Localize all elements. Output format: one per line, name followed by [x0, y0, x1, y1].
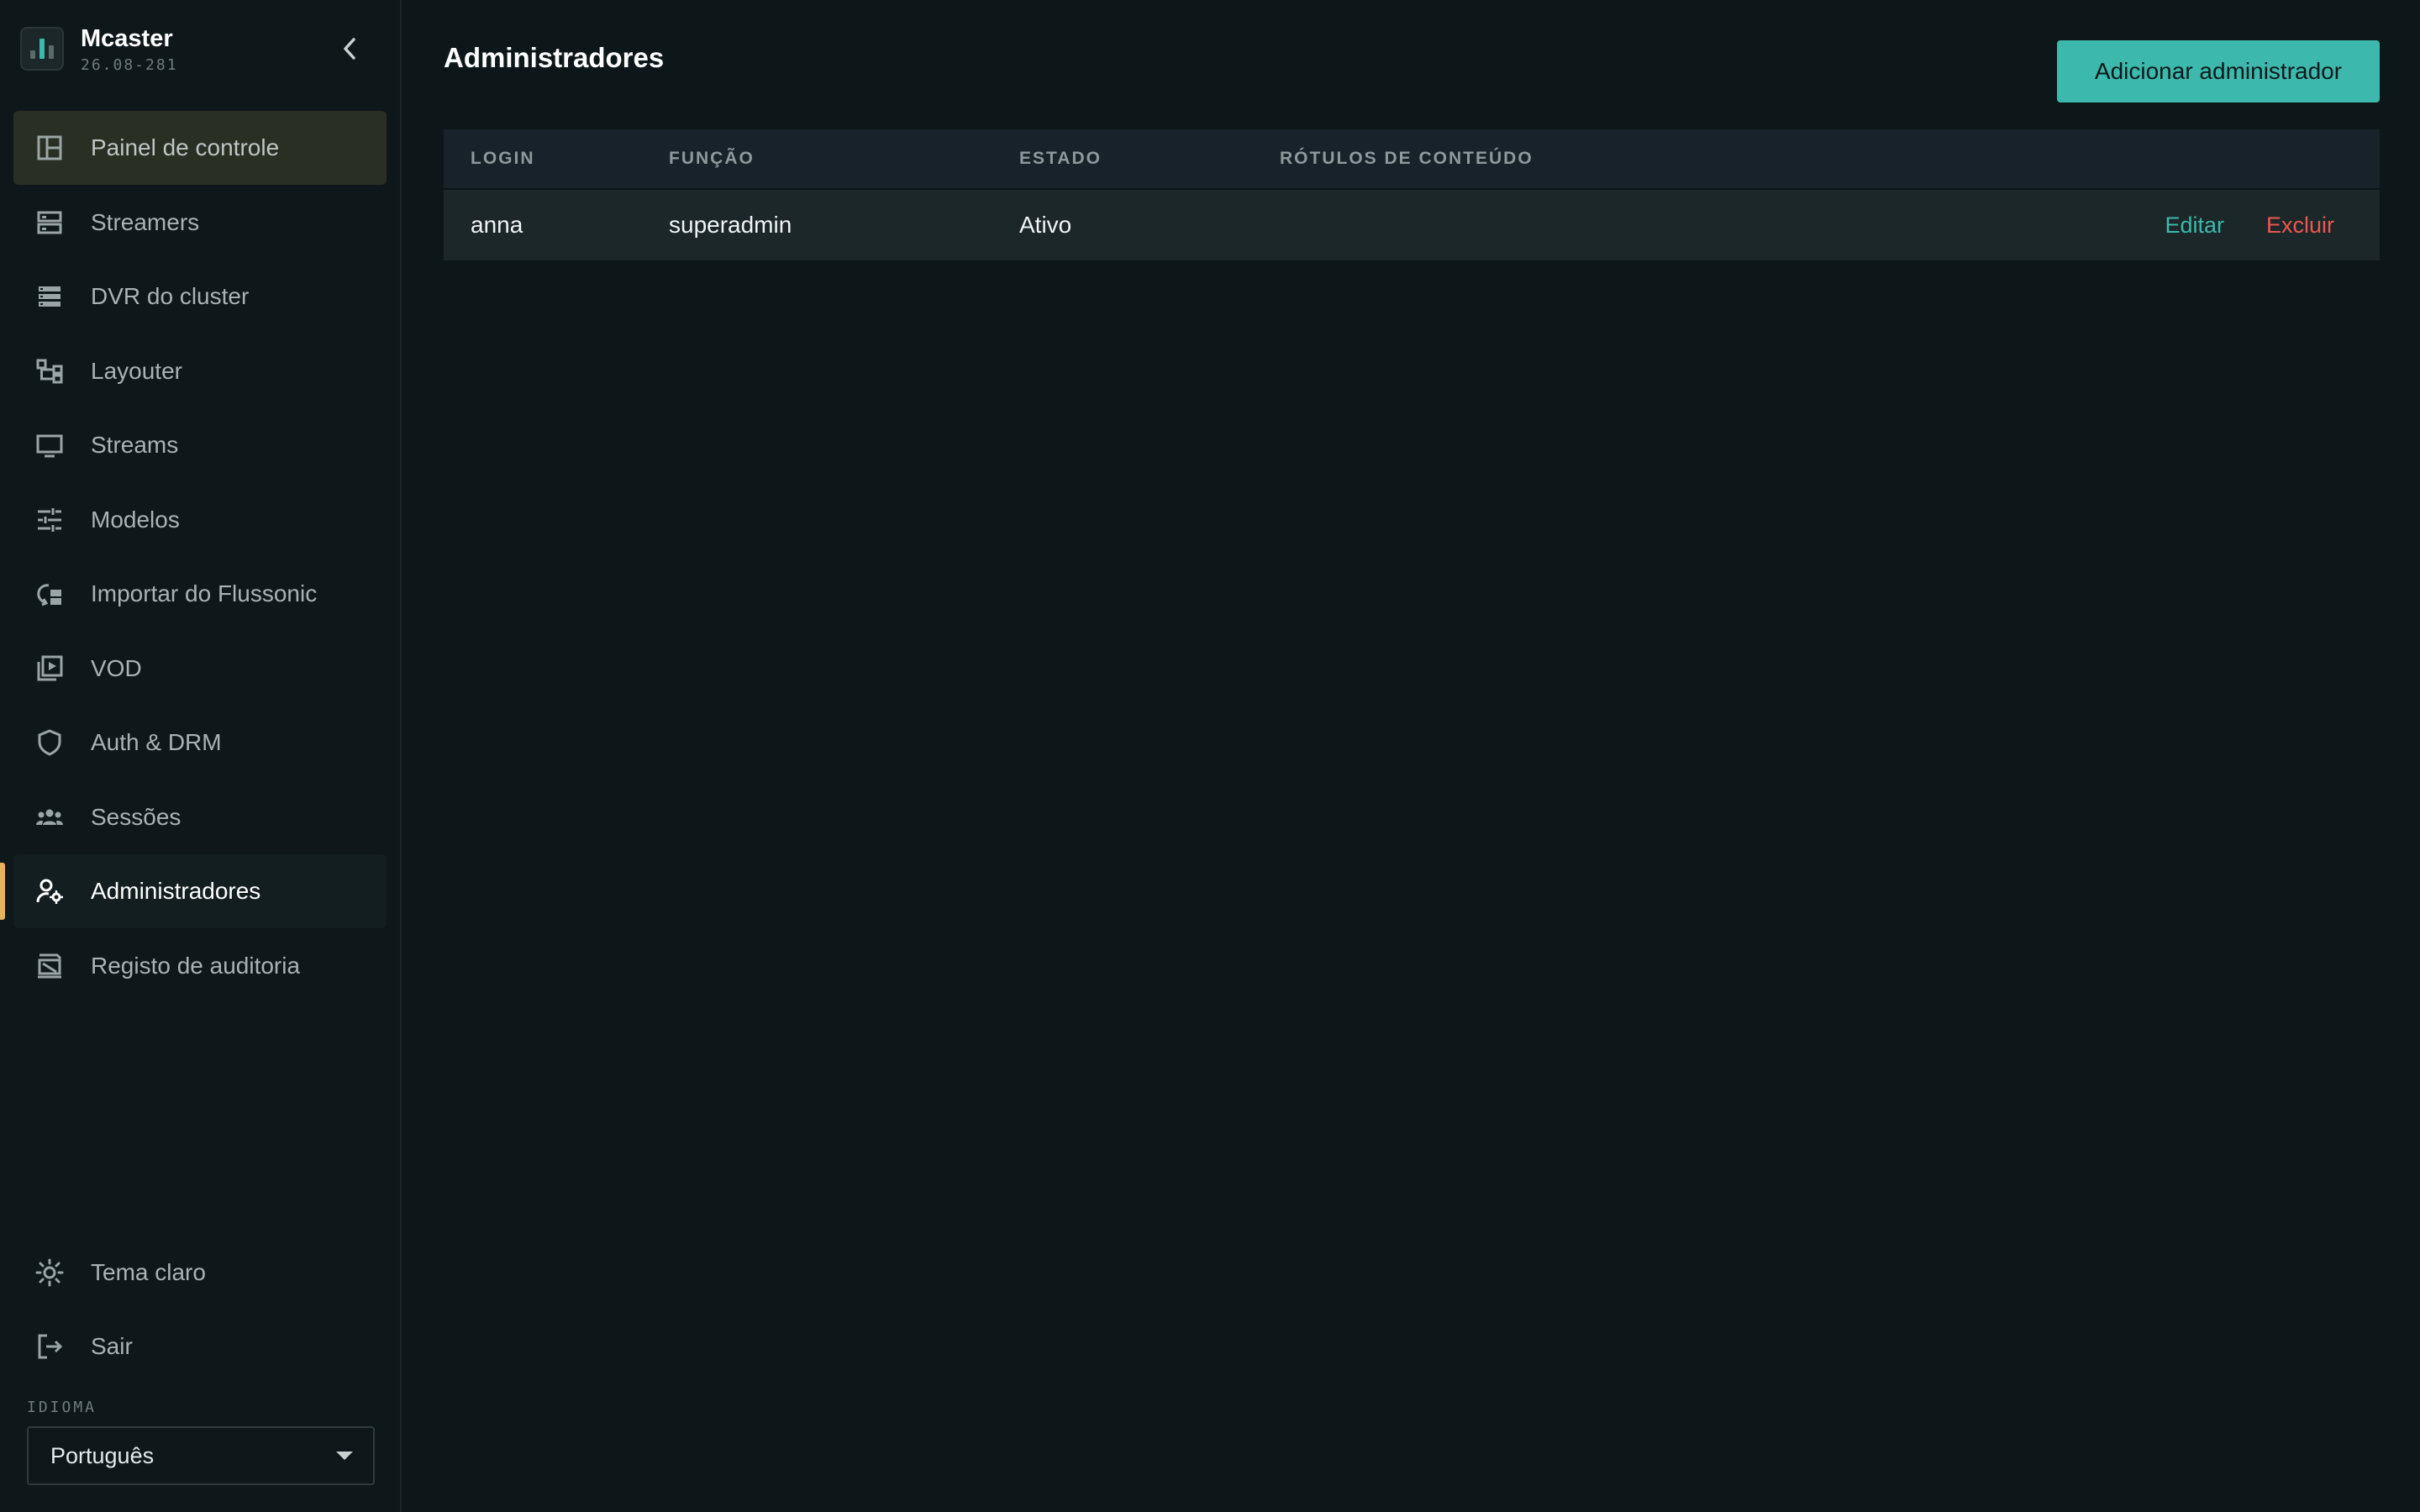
logo-icon: [20, 27, 64, 71]
dashboard-icon: [34, 132, 66, 164]
theme-toggle[interactable]: Tema claro: [13, 1236, 387, 1310]
sidebar-item-label: Modelos: [91, 506, 180, 533]
shield-icon: [34, 727, 66, 759]
video-library-icon: [34, 653, 66, 685]
sliders-icon: [34, 504, 66, 536]
language-label: IDIOMA: [27, 1399, 97, 1416]
sidebar-item-label: Importar do Flussonic: [91, 580, 318, 606]
app-root: Mcaster 26.08-281 Painel de controle Str…: [0, 0, 2420, 1512]
edit-link[interactable]: Editar: [2165, 213, 2224, 239]
sidebar-item-audit-log[interactable]: Registo de auditoria: [13, 929, 387, 1003]
column-header-role[interactable]: FUNÇÃO: [669, 149, 1019, 169]
sidebar-item-label: Administradores: [91, 878, 261, 904]
table-header: LOGIN FUNÇÃO ESTADO RÓTULOS DE CONTEÚDO: [444, 129, 2380, 190]
cell-role: superadmin: [669, 212, 792, 238]
sidebar-bottom: Tema claro Sair IDIOMA Português: [0, 1236, 400, 1512]
group-icon: [34, 801, 66, 833]
add-administrator-button[interactable]: Adicionar administrador: [2057, 40, 2380, 102]
sidebar-item-label: Streamers: [91, 208, 200, 235]
sidebar-item-label: Auth & DRM: [91, 729, 222, 755]
logout-button[interactable]: Sair: [13, 1310, 387, 1383]
theme-toggle-label: Tema claro: [91, 1258, 206, 1285]
brand-text: Mcaster 26.08-281: [81, 24, 178, 74]
table-row: anna superadmin Ativo Editar Excluir: [444, 190, 2380, 262]
sun-icon: [34, 1257, 66, 1289]
chevron-left-icon: [344, 38, 355, 60]
sidebar-item-label: VOD: [91, 654, 142, 681]
logout-icon: [34, 1331, 66, 1362]
column-header-login[interactable]: LOGIN: [444, 149, 669, 169]
sidebar-item-cluster-dvr[interactable]: DVR do cluster: [13, 260, 387, 333]
delete-link[interactable]: Excluir: [2266, 213, 2334, 239]
language-value: Português: [50, 1442, 155, 1468]
sidebar-item-administrators[interactable]: Administradores: [0, 854, 387, 928]
sidebar-item-dashboard[interactable]: Painel de controle: [13, 111, 387, 185]
audit-icon: [34, 950, 66, 982]
sidebar-nav: Painel de controle Streamers DVR do clus…: [0, 97, 400, 1003]
administrators-table: LOGIN FUNÇÃO ESTADO RÓTULOS DE CONTEÚDO …: [444, 129, 2380, 262]
sidebar-item-templates[interactable]: Modelos: [13, 483, 387, 557]
main-content: Administradores Adicionar administrador …: [402, 0, 2420, 1512]
sidebar-item-label: Registo de auditoria: [91, 952, 301, 979]
cell-status: Ativo: [1019, 212, 1072, 238]
sidebar-item-label: Streams: [91, 432, 179, 458]
sidebar-item-label: DVR do cluster: [91, 283, 250, 309]
sidebar-item-label: Layouter: [91, 357, 182, 384]
language-select[interactable]: Português: [27, 1426, 375, 1485]
sidebar-item-label: Sessões: [91, 803, 182, 830]
caret-down-icon: [336, 1452, 353, 1460]
storage-icon: [34, 281, 66, 312]
logout-label: Sair: [91, 1333, 133, 1359]
page-title: Administradores: [444, 42, 665, 73]
sidebar-item-import-flussonic[interactable]: Importar do Flussonic: [13, 557, 387, 631]
column-header-content-labels[interactable]: RÓTULOS DE CONTEÚDO: [1280, 149, 2380, 169]
layout-tree-icon: [34, 355, 66, 387]
app-version: 26.08-281: [81, 55, 178, 74]
sidebar-item-label: Painel de controle: [91, 134, 280, 160]
row-actions: Editar Excluir: [2165, 213, 2380, 239]
server-icon: [34, 207, 66, 239]
cell-login: anna: [471, 212, 523, 238]
column-header-status[interactable]: ESTADO: [1019, 149, 1280, 169]
app-name: Mcaster: [81, 24, 173, 52]
brand: Mcaster 26.08-281: [0, 0, 400, 97]
sidebar-item-layouter[interactable]: Layouter: [13, 334, 387, 408]
collapse-sidebar-button[interactable]: [336, 35, 363, 62]
sidebar-item-streamers[interactable]: Streamers: [13, 186, 387, 260]
sidebar-item-streams[interactable]: Streams: [13, 408, 387, 482]
monitor-icon: [34, 429, 66, 461]
import-icon: [34, 578, 66, 610]
sidebar-item-vod[interactable]: VOD: [13, 632, 387, 706]
user-gear-icon: [34, 875, 66, 907]
sidebar-item-sessions[interactable]: Sessões: [13, 780, 387, 854]
sidebar: Mcaster 26.08-281 Painel de controle Str…: [0, 0, 402, 1512]
sidebar-item-auth-drm[interactable]: Auth & DRM: [13, 706, 387, 780]
